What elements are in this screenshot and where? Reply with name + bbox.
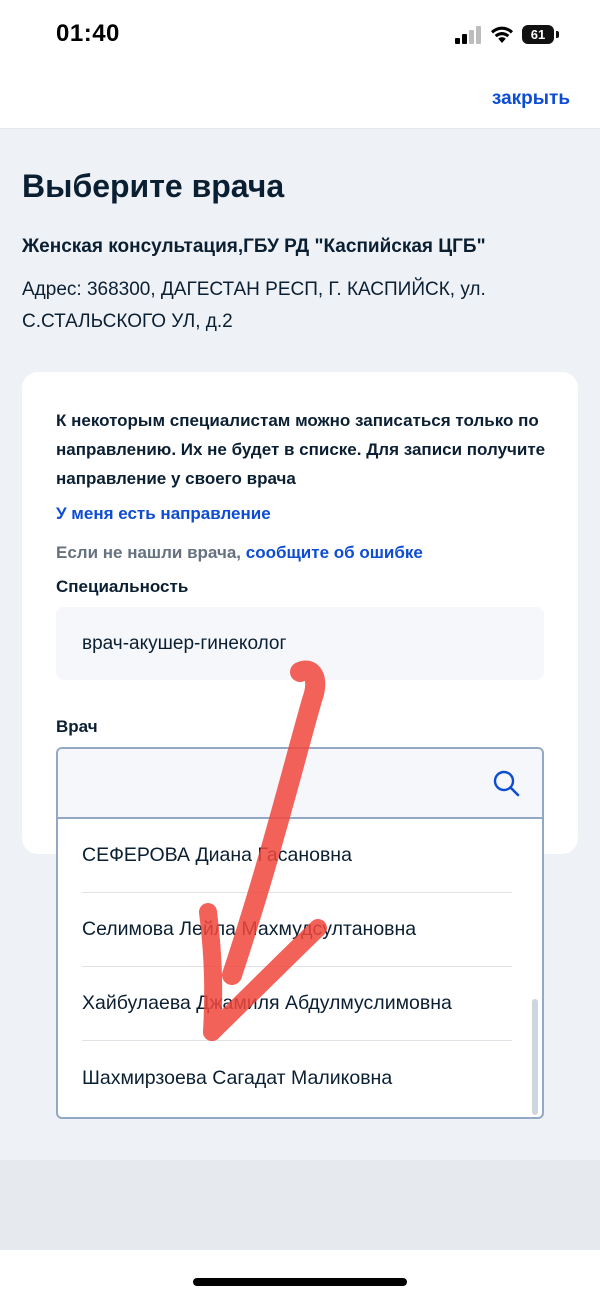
doctor-option-name: СЕФЕРОВА Диана Гасановна <box>82 844 352 866</box>
wifi-icon <box>491 26 513 43</box>
doctor-search-dropdown: СЕФЕРОВА Диана Гасановна Селимова Лейла … <box>56 747 544 1119</box>
page-title: Выберите врача <box>22 168 285 204</box>
status-time: 01:40 <box>56 20 120 47</box>
close-link[interactable]: закрыть <box>492 88 570 110</box>
specialty-select[interactable]: врач-акушер-гинеколог <box>56 607 544 680</box>
referral-notice: К некоторым специалистам можно записатьс… <box>56 411 546 488</box>
doctor-label: Врач <box>56 717 98 736</box>
doctor-search-input[interactable] <box>58 749 478 817</box>
signal-icon <box>455 26 483 44</box>
specialty-value: врач-акушер-гинеколог <box>82 632 287 654</box>
doctor-list-scroll-thumb[interactable] <box>532 999 538 1115</box>
home-bar-area <box>0 1250 600 1297</box>
bottom-band <box>0 1160 600 1250</box>
report-error-link[interactable]: сообщите об ошибке <box>246 543 423 562</box>
specialty-label: Специальность <box>56 577 189 596</box>
report-error-prefix: Если не нашли врача, <box>56 543 241 562</box>
organization-name: Женская консультация,ГБУ РД "Каспийская … <box>22 236 486 257</box>
doctor-option-name: Хайбулаева Джамиля Абдулмуслимовна <box>82 992 452 1014</box>
have-referral-link[interactable]: У меня есть направление <box>56 504 271 524</box>
doctor-option[interactable]: Шахмирзоева Сагадат Маликовна <box>82 1041 512 1115</box>
doctor-list: СЕФЕРОВА Диана Гасановна Селимова Лейла … <box>58 819 542 1117</box>
battery-icon: 61 <box>522 25 559 44</box>
doctor-option[interactable]: Хайбулаева Джамиля Абдулмуслимовна <box>82 967 512 1041</box>
search-icon[interactable] <box>492 769 520 797</box>
top-bar: закрыть <box>0 70 600 129</box>
doctor-option[interactable]: Селимова Лейла Махмудсултановна <box>82 893 512 967</box>
doctor-option-name: Шахмирзоева Сагадат Маликовна <box>82 1066 393 1089</box>
doctor-option[interactable]: СЕФЕРОВА Диана Гасановна <box>82 819 512 893</box>
organization-address: Адрес: 368300, ДАГЕСТАН РЕСП, Г. КАСПИЙС… <box>22 279 486 332</box>
doctor-list-scrollbar[interactable] <box>532 819 542 1117</box>
status-bar: 01:40 61 <box>0 0 600 70</box>
home-indicator[interactable] <box>193 1278 407 1286</box>
doctor-search-box <box>58 749 542 819</box>
report-error-line: Если не нашли врача, сообщите об ошибке <box>56 543 423 563</box>
doctor-option-name: Селимова Лейла Махмудсултановна <box>82 918 417 940</box>
